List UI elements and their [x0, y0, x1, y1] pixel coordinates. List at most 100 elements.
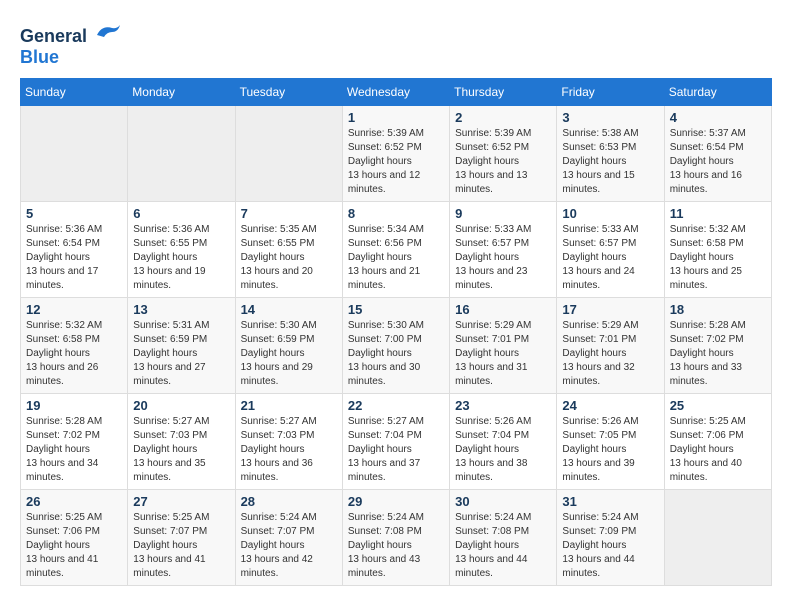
day-info: Sunrise: 5:38 AM Sunset: 6:53 PM Dayligh… — [562, 127, 658, 197]
calendar-cell: 19 Sunrise: 5:28 AM Sunset: 7:02 PM Dayl… — [21, 394, 128, 490]
calendar-cell: 30 Sunrise: 5:24 AM Sunset: 7:08 PM Dayl… — [450, 490, 557, 586]
calendar-cell: 27 Sunrise: 5:25 AM Sunset: 7:07 PM Dayl… — [128, 490, 235, 586]
day-info: Sunrise: 5:27 AM Sunset: 7:04 PM Dayligh… — [348, 415, 444, 485]
calendar-cell: 1 Sunrise: 5:39 AM Sunset: 6:52 PM Dayli… — [342, 106, 449, 202]
day-number: 18 — [670, 302, 766, 317]
day-number: 19 — [26, 398, 122, 413]
day-info: Sunrise: 5:28 AM Sunset: 7:02 PM Dayligh… — [670, 319, 766, 389]
calendar-cell: 26 Sunrise: 5:25 AM Sunset: 7:06 PM Dayl… — [21, 490, 128, 586]
day-info: Sunrise: 5:25 AM Sunset: 7:06 PM Dayligh… — [670, 415, 766, 485]
calendar-cell: 10 Sunrise: 5:33 AM Sunset: 6:57 PM Dayl… — [557, 202, 664, 298]
calendar-cell — [128, 106, 235, 202]
calendar-cell — [235, 106, 342, 202]
calendar-table: SundayMondayTuesdayWednesdayThursdayFrid… — [20, 78, 772, 586]
weekday-header-friday: Friday — [557, 79, 664, 106]
calendar-cell: 21 Sunrise: 5:27 AM Sunset: 7:03 PM Dayl… — [235, 394, 342, 490]
day-info: Sunrise: 5:28 AM Sunset: 7:02 PM Dayligh… — [26, 415, 122, 485]
calendar-cell: 12 Sunrise: 5:32 AM Sunset: 6:58 PM Dayl… — [21, 298, 128, 394]
day-number: 26 — [26, 494, 122, 509]
day-info: Sunrise: 5:24 AM Sunset: 7:09 PM Dayligh… — [562, 511, 658, 581]
calendar-week-row: 19 Sunrise: 5:28 AM Sunset: 7:02 PM Dayl… — [21, 394, 772, 490]
day-info: Sunrise: 5:39 AM Sunset: 6:52 PM Dayligh… — [348, 127, 444, 197]
day-number: 23 — [455, 398, 551, 413]
calendar-cell: 11 Sunrise: 5:32 AM Sunset: 6:58 PM Dayl… — [664, 202, 771, 298]
calendar-week-row: 26 Sunrise: 5:25 AM Sunset: 7:06 PM Dayl… — [21, 490, 772, 586]
calendar-cell — [21, 106, 128, 202]
day-number: 21 — [241, 398, 337, 413]
day-number: 11 — [670, 206, 766, 221]
calendar-cell: 15 Sunrise: 5:30 AM Sunset: 7:00 PM Dayl… — [342, 298, 449, 394]
day-number: 7 — [241, 206, 337, 221]
day-number: 16 — [455, 302, 551, 317]
day-number: 27 — [133, 494, 229, 509]
calendar-cell: 16 Sunrise: 5:29 AM Sunset: 7:01 PM Dayl… — [450, 298, 557, 394]
calendar-week-row: 5 Sunrise: 5:36 AM Sunset: 6:54 PM Dayli… — [21, 202, 772, 298]
calendar-cell: 18 Sunrise: 5:28 AM Sunset: 7:02 PM Dayl… — [664, 298, 771, 394]
calendar-cell: 23 Sunrise: 5:26 AM Sunset: 7:04 PM Dayl… — [450, 394, 557, 490]
calendar-cell — [664, 490, 771, 586]
calendar-cell: 17 Sunrise: 5:29 AM Sunset: 7:01 PM Dayl… — [557, 298, 664, 394]
calendar-cell: 6 Sunrise: 5:36 AM Sunset: 6:55 PM Dayli… — [128, 202, 235, 298]
calendar-cell: 24 Sunrise: 5:26 AM Sunset: 7:05 PM Dayl… — [557, 394, 664, 490]
calendar-cell: 3 Sunrise: 5:38 AM Sunset: 6:53 PM Dayli… — [557, 106, 664, 202]
logo-general-text: General — [20, 26, 87, 46]
weekday-header-monday: Monday — [128, 79, 235, 106]
day-info: Sunrise: 5:24 AM Sunset: 7:08 PM Dayligh… — [348, 511, 444, 581]
calendar-cell: 7 Sunrise: 5:35 AM Sunset: 6:55 PM Dayli… — [235, 202, 342, 298]
day-info: Sunrise: 5:24 AM Sunset: 7:07 PM Dayligh… — [241, 511, 337, 581]
day-number: 8 — [348, 206, 444, 221]
calendar-cell: 20 Sunrise: 5:27 AM Sunset: 7:03 PM Dayl… — [128, 394, 235, 490]
day-number: 29 — [348, 494, 444, 509]
day-number: 5 — [26, 206, 122, 221]
day-info: Sunrise: 5:37 AM Sunset: 6:54 PM Dayligh… — [670, 127, 766, 197]
calendar-cell: 4 Sunrise: 5:37 AM Sunset: 6:54 PM Dayli… — [664, 106, 771, 202]
day-info: Sunrise: 5:30 AM Sunset: 7:00 PM Dayligh… — [348, 319, 444, 389]
day-number: 25 — [670, 398, 766, 413]
day-info: Sunrise: 5:36 AM Sunset: 6:54 PM Dayligh… — [26, 223, 122, 293]
day-info: Sunrise: 5:25 AM Sunset: 7:07 PM Dayligh… — [133, 511, 229, 581]
day-info: Sunrise: 5:35 AM Sunset: 6:55 PM Dayligh… — [241, 223, 337, 293]
day-info: Sunrise: 5:36 AM Sunset: 6:55 PM Dayligh… — [133, 223, 229, 293]
day-info: Sunrise: 5:34 AM Sunset: 6:56 PM Dayligh… — [348, 223, 444, 293]
day-number: 28 — [241, 494, 337, 509]
day-info: Sunrise: 5:32 AM Sunset: 6:58 PM Dayligh… — [26, 319, 122, 389]
day-number: 15 — [348, 302, 444, 317]
day-info: Sunrise: 5:30 AM Sunset: 6:59 PM Dayligh… — [241, 319, 337, 389]
calendar-cell: 31 Sunrise: 5:24 AM Sunset: 7:09 PM Dayl… — [557, 490, 664, 586]
day-info: Sunrise: 5:26 AM Sunset: 7:04 PM Dayligh… — [455, 415, 551, 485]
day-info: Sunrise: 5:27 AM Sunset: 7:03 PM Dayligh… — [133, 415, 229, 485]
logo-blue-text: Blue — [20, 47, 59, 67]
day-info: Sunrise: 5:33 AM Sunset: 6:57 PM Dayligh… — [562, 223, 658, 293]
weekday-header-sunday: Sunday — [21, 79, 128, 106]
calendar-week-row: 12 Sunrise: 5:32 AM Sunset: 6:58 PM Dayl… — [21, 298, 772, 394]
calendar-cell: 14 Sunrise: 5:30 AM Sunset: 6:59 PM Dayl… — [235, 298, 342, 394]
calendar-cell: 25 Sunrise: 5:25 AM Sunset: 7:06 PM Dayl… — [664, 394, 771, 490]
day-info: Sunrise: 5:26 AM Sunset: 7:05 PM Dayligh… — [562, 415, 658, 485]
day-info: Sunrise: 5:29 AM Sunset: 7:01 PM Dayligh… — [562, 319, 658, 389]
weekday-header-saturday: Saturday — [664, 79, 771, 106]
calendar-cell: 2 Sunrise: 5:39 AM Sunset: 6:52 PM Dayli… — [450, 106, 557, 202]
day-number: 14 — [241, 302, 337, 317]
calendar-cell: 9 Sunrise: 5:33 AM Sunset: 6:57 PM Dayli… — [450, 202, 557, 298]
day-info: Sunrise: 5:33 AM Sunset: 6:57 PM Dayligh… — [455, 223, 551, 293]
calendar-week-row: 1 Sunrise: 5:39 AM Sunset: 6:52 PM Dayli… — [21, 106, 772, 202]
day-number: 22 — [348, 398, 444, 413]
day-info: Sunrise: 5:29 AM Sunset: 7:01 PM Dayligh… — [455, 319, 551, 389]
day-number: 3 — [562, 110, 658, 125]
weekday-header-thursday: Thursday — [450, 79, 557, 106]
calendar-header-row: SundayMondayTuesdayWednesdayThursdayFrid… — [21, 79, 772, 106]
calendar-cell: 28 Sunrise: 5:24 AM Sunset: 7:07 PM Dayl… — [235, 490, 342, 586]
day-number: 4 — [670, 110, 766, 125]
day-number: 2 — [455, 110, 551, 125]
weekday-header-wednesday: Wednesday — [342, 79, 449, 106]
calendar-cell: 29 Sunrise: 5:24 AM Sunset: 7:08 PM Dayl… — [342, 490, 449, 586]
day-number: 31 — [562, 494, 658, 509]
day-number: 12 — [26, 302, 122, 317]
day-number: 20 — [133, 398, 229, 413]
day-number: 17 — [562, 302, 658, 317]
day-info: Sunrise: 5:25 AM Sunset: 7:06 PM Dayligh… — [26, 511, 122, 581]
day-info: Sunrise: 5:39 AM Sunset: 6:52 PM Dayligh… — [455, 127, 551, 197]
day-number: 24 — [562, 398, 658, 413]
calendar-cell: 5 Sunrise: 5:36 AM Sunset: 6:54 PM Dayli… — [21, 202, 128, 298]
day-number: 9 — [455, 206, 551, 221]
